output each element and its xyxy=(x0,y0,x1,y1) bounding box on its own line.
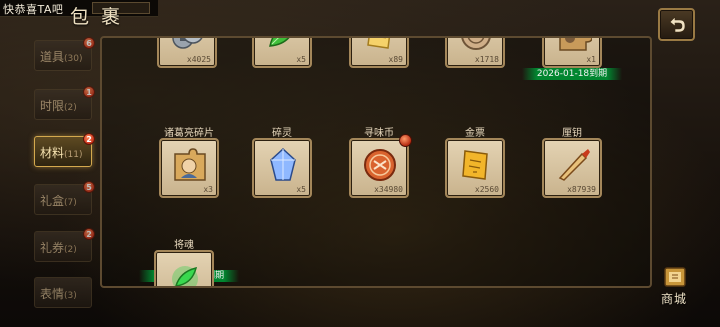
item-quantity: x87939 xyxy=(567,185,596,194)
item-slot[interactable]: x89 xyxy=(349,38,409,68)
crystal-icon xyxy=(270,147,296,181)
tab-coupons-label: 礼券(2) xyxy=(40,239,77,256)
tab-coupons[interactable]: 礼券(2) 2 xyxy=(34,228,95,262)
tab-giftbox[interactable]: 礼盒(7) 5 xyxy=(34,181,95,215)
item-quantity: x1 xyxy=(586,55,596,64)
tab-materials-label: 材料(11) xyxy=(40,144,83,161)
item-slot[interactable]: x1718 xyxy=(445,38,505,68)
medallion-icon xyxy=(461,38,491,50)
gold-ticket-icon xyxy=(462,150,488,180)
item-quantity: x1718 xyxy=(474,55,499,64)
item-slot[interactable]: x1 xyxy=(542,38,602,68)
item-quantity: x3 xyxy=(203,185,213,194)
tab-materials[interactable]: 材料(11) 2 xyxy=(34,133,95,167)
new-badge-icon xyxy=(399,134,412,147)
tab-emotes-text: 表情 xyxy=(40,287,65,301)
tab-timed-label: 时限(2) xyxy=(40,97,77,114)
window-title: 包裹 xyxy=(70,6,133,28)
tab-coupons-text: 礼券 xyxy=(40,241,65,255)
brush-icon xyxy=(558,149,590,181)
tab-coupons-badge: 2 xyxy=(83,228,95,240)
item-quantity: x2560 xyxy=(474,185,499,194)
back-arrow-icon xyxy=(669,15,685,32)
tab-coupons-count: (2) xyxy=(64,245,77,255)
tab-materials-count: (11) xyxy=(64,150,83,160)
item-slot[interactable]: x34980 xyxy=(349,134,412,198)
tab-timed-count: (2) xyxy=(64,103,77,113)
scroll-icon xyxy=(367,38,391,49)
tab-giftbox-text: 礼盒 xyxy=(40,194,65,208)
hero-fragment-icon xyxy=(174,148,206,181)
back-button[interactable] xyxy=(658,8,695,41)
item-quantity: x4025 xyxy=(186,55,211,64)
item-slot[interactable]: x6153 xyxy=(154,250,214,286)
item-slot[interactable]: x87939 xyxy=(542,138,602,198)
tab-items-badge: 6 xyxy=(83,37,95,49)
coins-icon xyxy=(172,38,203,49)
item-name: 碎灵 xyxy=(272,128,292,139)
ticker-text: 快恭喜TA吧 xyxy=(3,3,64,16)
item-name: 金票 xyxy=(465,128,485,139)
expiry-label: 2026-01-18到期 xyxy=(522,68,622,80)
tab-items[interactable]: 道具(30) 6 xyxy=(34,37,95,71)
item-name: 将魂 xyxy=(174,240,194,251)
item-slot[interactable]: x3 xyxy=(159,138,219,198)
item-quantity: x89 xyxy=(388,55,403,64)
tab-items-count: (30) xyxy=(64,54,83,64)
tab-emotes[interactable]: 表情(3) xyxy=(34,277,92,308)
item-quantity: x34980 xyxy=(374,185,403,194)
tab-timed[interactable]: 时限(2) 1 xyxy=(34,86,95,120)
item-slot[interactable]: x4025 xyxy=(157,38,217,68)
soul-icon xyxy=(172,266,198,286)
tab-giftbox-label: 礼盒(7) xyxy=(40,192,77,209)
shop-scroll-icon xyxy=(664,267,686,287)
puzzle-icon xyxy=(559,38,592,51)
tab-emotes-count: (3) xyxy=(64,291,77,301)
tab-timed-badge: 1 xyxy=(83,86,95,98)
tab-materials-text: 材料 xyxy=(40,146,65,160)
tab-items-text: 道具 xyxy=(40,50,65,64)
tab-timed-text: 时限 xyxy=(40,99,65,113)
item-quantity: x5 xyxy=(296,55,306,64)
coin-icon xyxy=(364,149,396,181)
item-slot[interactable]: x5 xyxy=(252,38,312,68)
tab-materials-badge: 2 xyxy=(83,133,95,145)
item-quantity: x5 xyxy=(296,185,306,194)
shop-button[interactable]: 商城 xyxy=(655,264,693,314)
category-sidebar: 道具(30) 6 时限(2) 1 材料(11) 2 礼盒(7) 5 礼券(2) … xyxy=(0,36,96,327)
tab-giftbox-count: (7) xyxy=(64,198,77,208)
item-slot[interactable]: x2560 xyxy=(445,138,505,198)
shop-label: 商城 xyxy=(660,292,687,306)
tab-emotes-label: 表情(3) xyxy=(40,285,77,302)
inventory-grid: x4025 x5 x89 x1718 x1 2026-01-18到期 诸葛亮碎片… xyxy=(100,36,652,288)
tab-giftbox-badge: 5 xyxy=(83,181,95,193)
item-name: 诸葛亮碎片 xyxy=(164,128,214,139)
jade-leaf-icon xyxy=(269,38,290,47)
item-slot[interactable]: x5 xyxy=(252,138,312,198)
item-name: 寻味币 xyxy=(364,128,394,139)
tab-items-label: 道具(30) xyxy=(40,48,83,65)
item-name: 厘钥 xyxy=(562,128,582,139)
